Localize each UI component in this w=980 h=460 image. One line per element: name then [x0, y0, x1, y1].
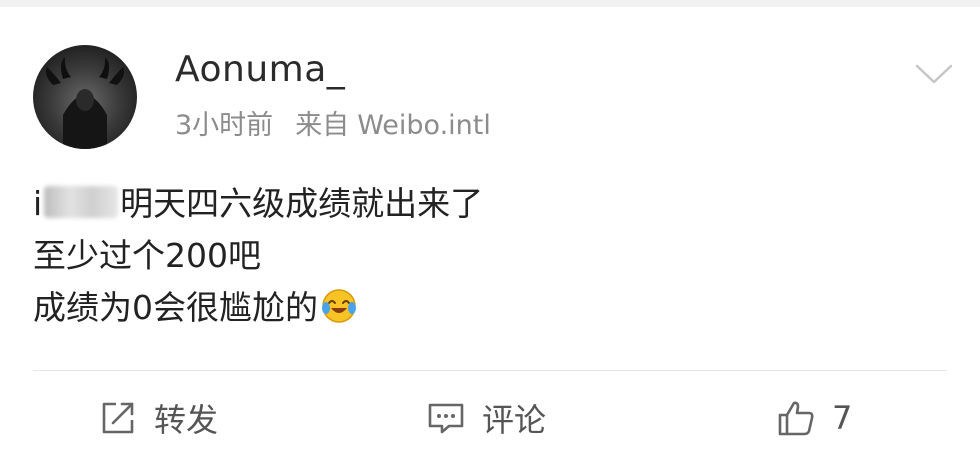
avatar-figure-icon	[45, 57, 125, 149]
content-line-1: i 明天四六级成绩就出来了	[33, 178, 483, 230]
top-separator-strip	[0, 0, 980, 7]
comment-label: 评论	[482, 401, 547, 439]
repost-button[interactable]: 转发	[98, 396, 218, 440]
post-content: i 明天四六级成绩就出来了 至少过个200吧 成绩为0会很尴尬的	[33, 178, 483, 334]
weibo-post-card: Aonuma_ 3小时前 来自 Weibo.intl i 明天四六级成绩就出来了 至少…	[0, 0, 980, 460]
blurred-text	[44, 186, 119, 218]
like-button[interactable]: 7	[776, 396, 852, 440]
content-line-2: 至少过个200吧	[33, 236, 261, 275]
post-meta: 3小时前 来自 Weibo.intl	[175, 110, 491, 142]
laughing-tears-emoji-icon	[322, 289, 356, 323]
thumbs-up-icon	[778, 401, 814, 436]
content-line-3: 成绩为0会很尴尬的	[33, 282, 483, 334]
comment-bubble-icon	[428, 403, 464, 434]
post-source[interactable]: Weibo.intl	[357, 110, 491, 141]
content-line-1-suffix: 明天四六级成绩就出来了	[120, 184, 484, 223]
like-count: 7	[832, 399, 853, 437]
repost-label: 转发	[154, 401, 219, 439]
avatar[interactable]	[33, 45, 137, 149]
chevron-down-icon[interactable]	[914, 58, 954, 88]
author-name[interactable]: Aonuma_	[175, 50, 345, 90]
comment-button[interactable]: 评论	[426, 396, 546, 440]
content-line-1-prefix: i	[33, 184, 43, 223]
action-bar-divider	[33, 370, 947, 371]
content-line-3-text: 成绩为0会很尴尬的	[33, 288, 318, 327]
source-prefix: 来自	[295, 110, 350, 141]
share-edit-icon	[102, 402, 134, 434]
post-time: 3小时前	[175, 110, 274, 141]
